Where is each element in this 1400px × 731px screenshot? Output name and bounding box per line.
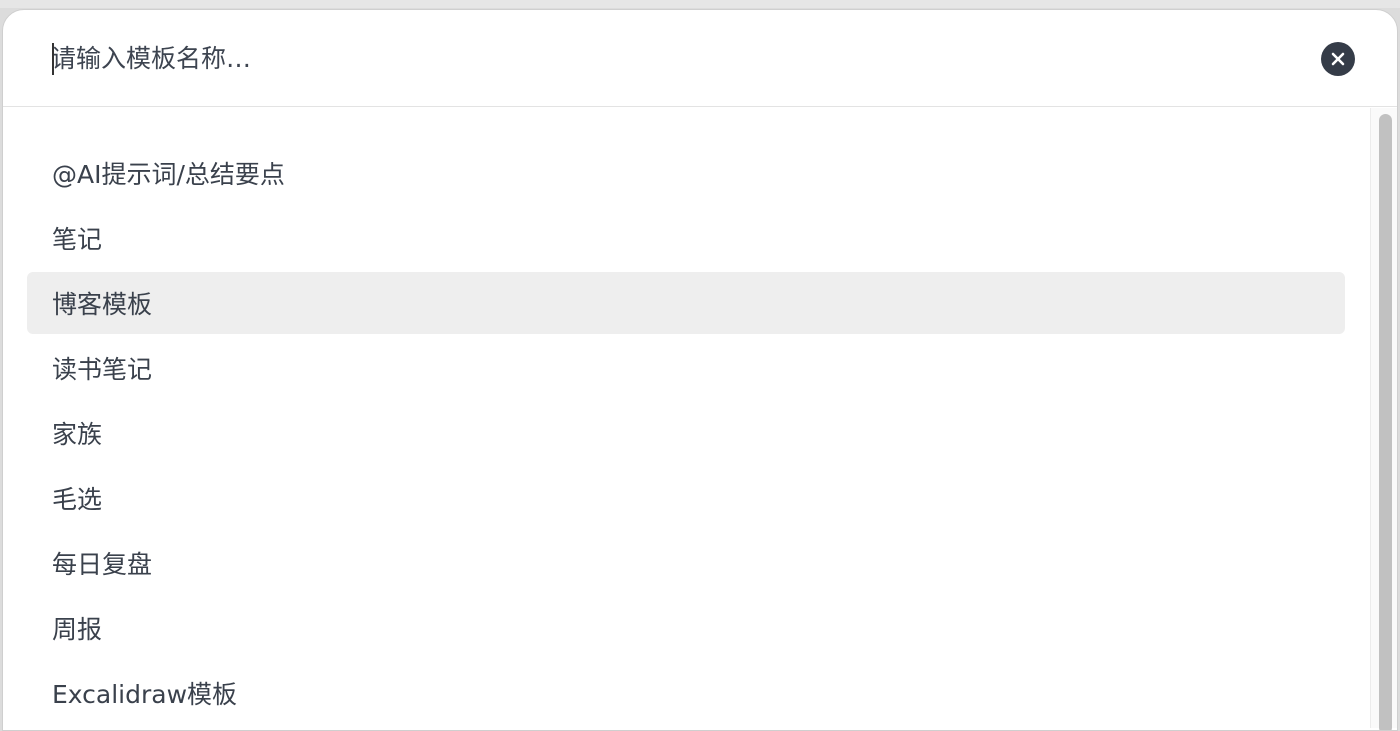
backdrop [0,0,1400,8]
template-list: @AI提示词/总结要点 笔记 博客模板 读书笔记 家族 毛选 每日复盘 周报 E… [3,108,1369,728]
text-caret [52,43,54,75]
template-item-weekly-report[interactable]: 周报 [27,597,1345,659]
template-item-excalidraw[interactable]: Excalidraw模板 [27,662,1345,724]
scrollbar-track[interactable] [1370,108,1397,730]
close-button[interactable] [1321,42,1355,76]
search-bar [3,10,1397,107]
template-item-blog[interactable]: 博客模板 [27,272,1345,334]
scrollbar-thumb[interactable] [1379,114,1392,730]
close-icon [1331,52,1345,66]
template-item-reading-notes[interactable]: 读书笔记 [27,337,1345,399]
template-search-input[interactable] [51,38,1251,78]
template-item-ai-prompt[interactable]: @AI提示词/总结要点 [27,142,1345,204]
template-item-mao-selected[interactable]: 毛选 [27,467,1345,529]
template-item-family[interactable]: 家族 [27,402,1345,464]
template-item-notes[interactable]: 笔记 [27,207,1345,269]
template-item-daily-review[interactable]: 每日复盘 [27,532,1345,594]
template-picker-dialog: @AI提示词/总结要点 笔记 博客模板 读书笔记 家族 毛选 每日复盘 周报 E… [2,9,1398,731]
